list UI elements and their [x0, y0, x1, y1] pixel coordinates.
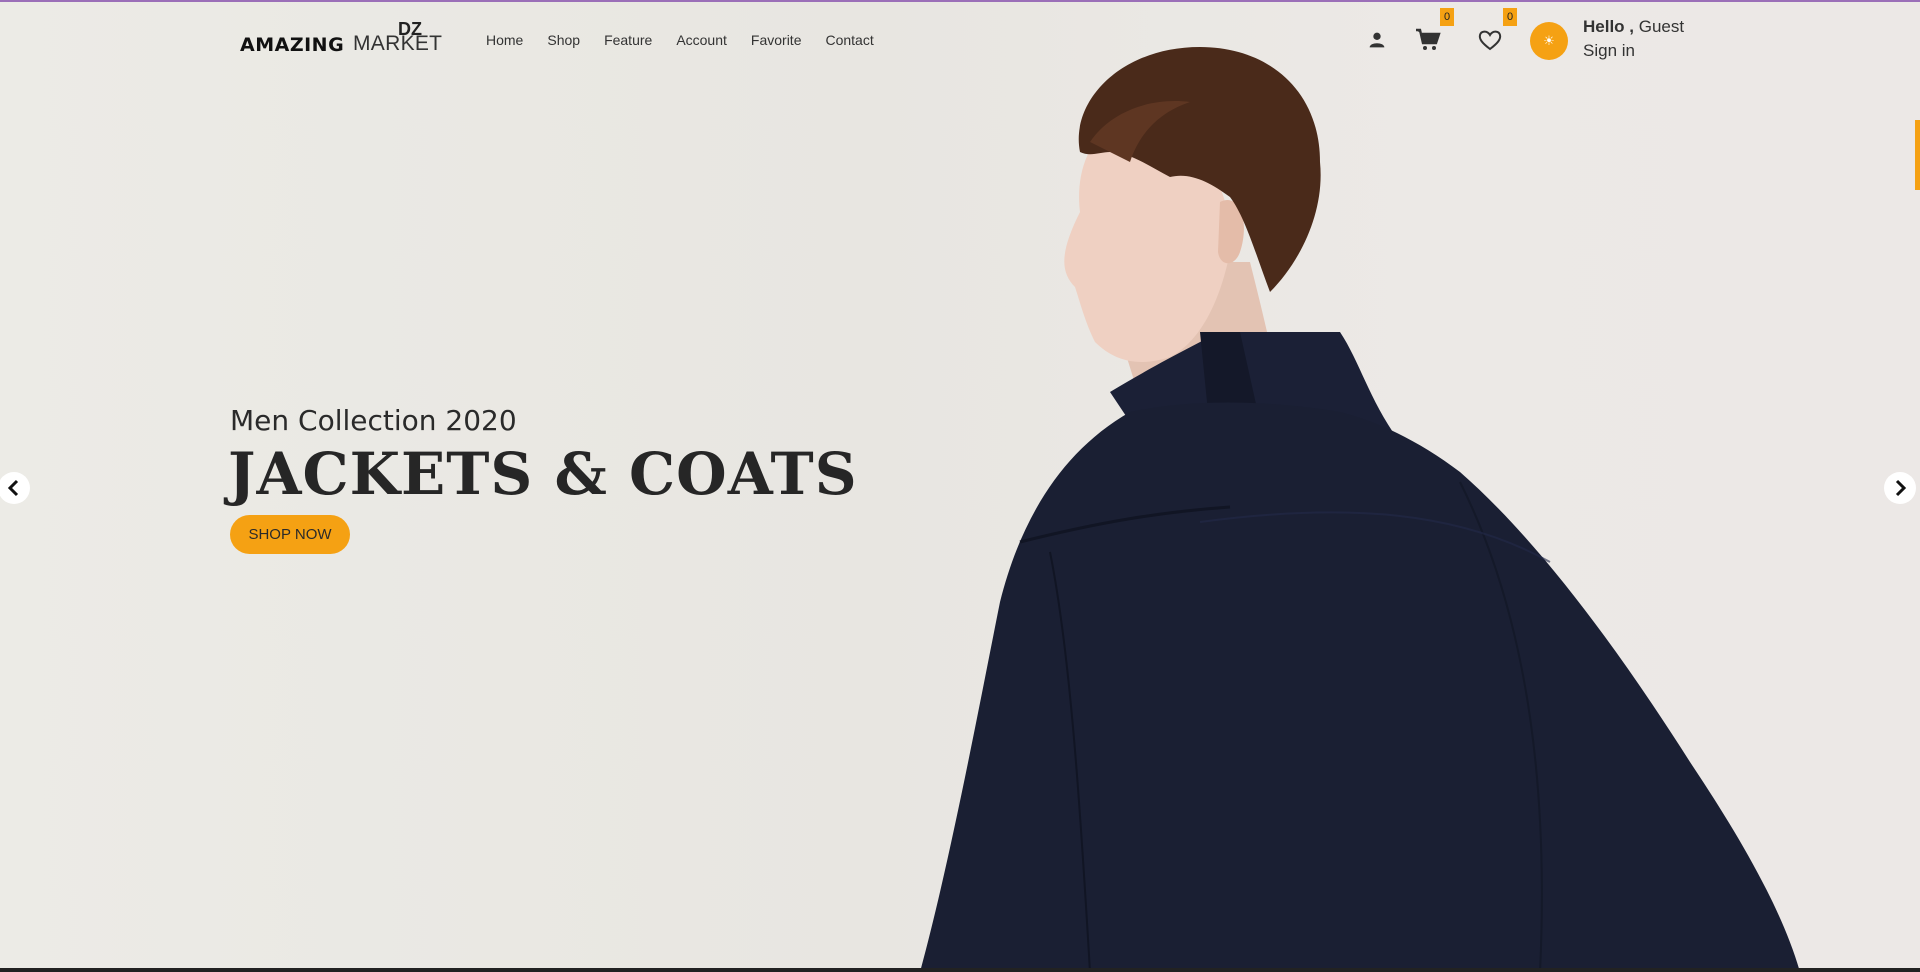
- favorite-count-badge: 0: [1503, 8, 1517, 26]
- signin-link[interactable]: Sign in: [1583, 41, 1635, 61]
- logo-text-amazing: AMAZING: [240, 34, 345, 56]
- user-icon[interactable]: [1366, 29, 1388, 51]
- chevron-right-icon: [1895, 479, 1907, 497]
- hero-slider: AMAZING MARKET DZ Home Shop Feature Acco…: [0, 2, 1920, 970]
- nav-item-feature[interactable]: Feature: [604, 32, 652, 48]
- hero-subtitle: Men Collection 2020: [230, 404, 517, 437]
- greeting-name: Guest: [1638, 17, 1685, 36]
- cart-icon[interactable]: [1415, 28, 1441, 52]
- avatar[interactable]: ☀: [1530, 22, 1568, 60]
- main-nav: Home Shop Feature Account Favorite Conta…: [486, 32, 898, 48]
- nav-item-shop[interactable]: Shop: [547, 32, 580, 48]
- cart-count-badge: 0: [1440, 8, 1454, 26]
- hero-model-image: [920, 47, 1800, 970]
- slider-next-button[interactable]: [1884, 472, 1916, 504]
- heart-icon[interactable]: [1478, 29, 1502, 51]
- logo-text-dz: DZ: [398, 19, 422, 39]
- nav-item-home[interactable]: Home: [486, 32, 523, 48]
- shop-now-button[interactable]: SHOP NOW: [230, 515, 350, 554]
- nav-item-contact[interactable]: Contact: [825, 32, 873, 48]
- site-logo[interactable]: AMAZING MARKET DZ: [240, 18, 442, 58]
- scrollbar-thumb[interactable]: [1915, 120, 1920, 190]
- hero-headline: JACKETS & COATS: [228, 440, 858, 508]
- nav-item-account[interactable]: Account: [676, 32, 727, 48]
- slider-prev-button[interactable]: [0, 472, 30, 504]
- greeting: Hello , Guest: [1583, 17, 1684, 37]
- nav-item-favorite[interactable]: Favorite: [751, 32, 802, 48]
- chevron-left-icon: [7, 479, 19, 497]
- greeting-hello: Hello ,: [1583, 17, 1635, 36]
- bottom-border: [0, 968, 1920, 972]
